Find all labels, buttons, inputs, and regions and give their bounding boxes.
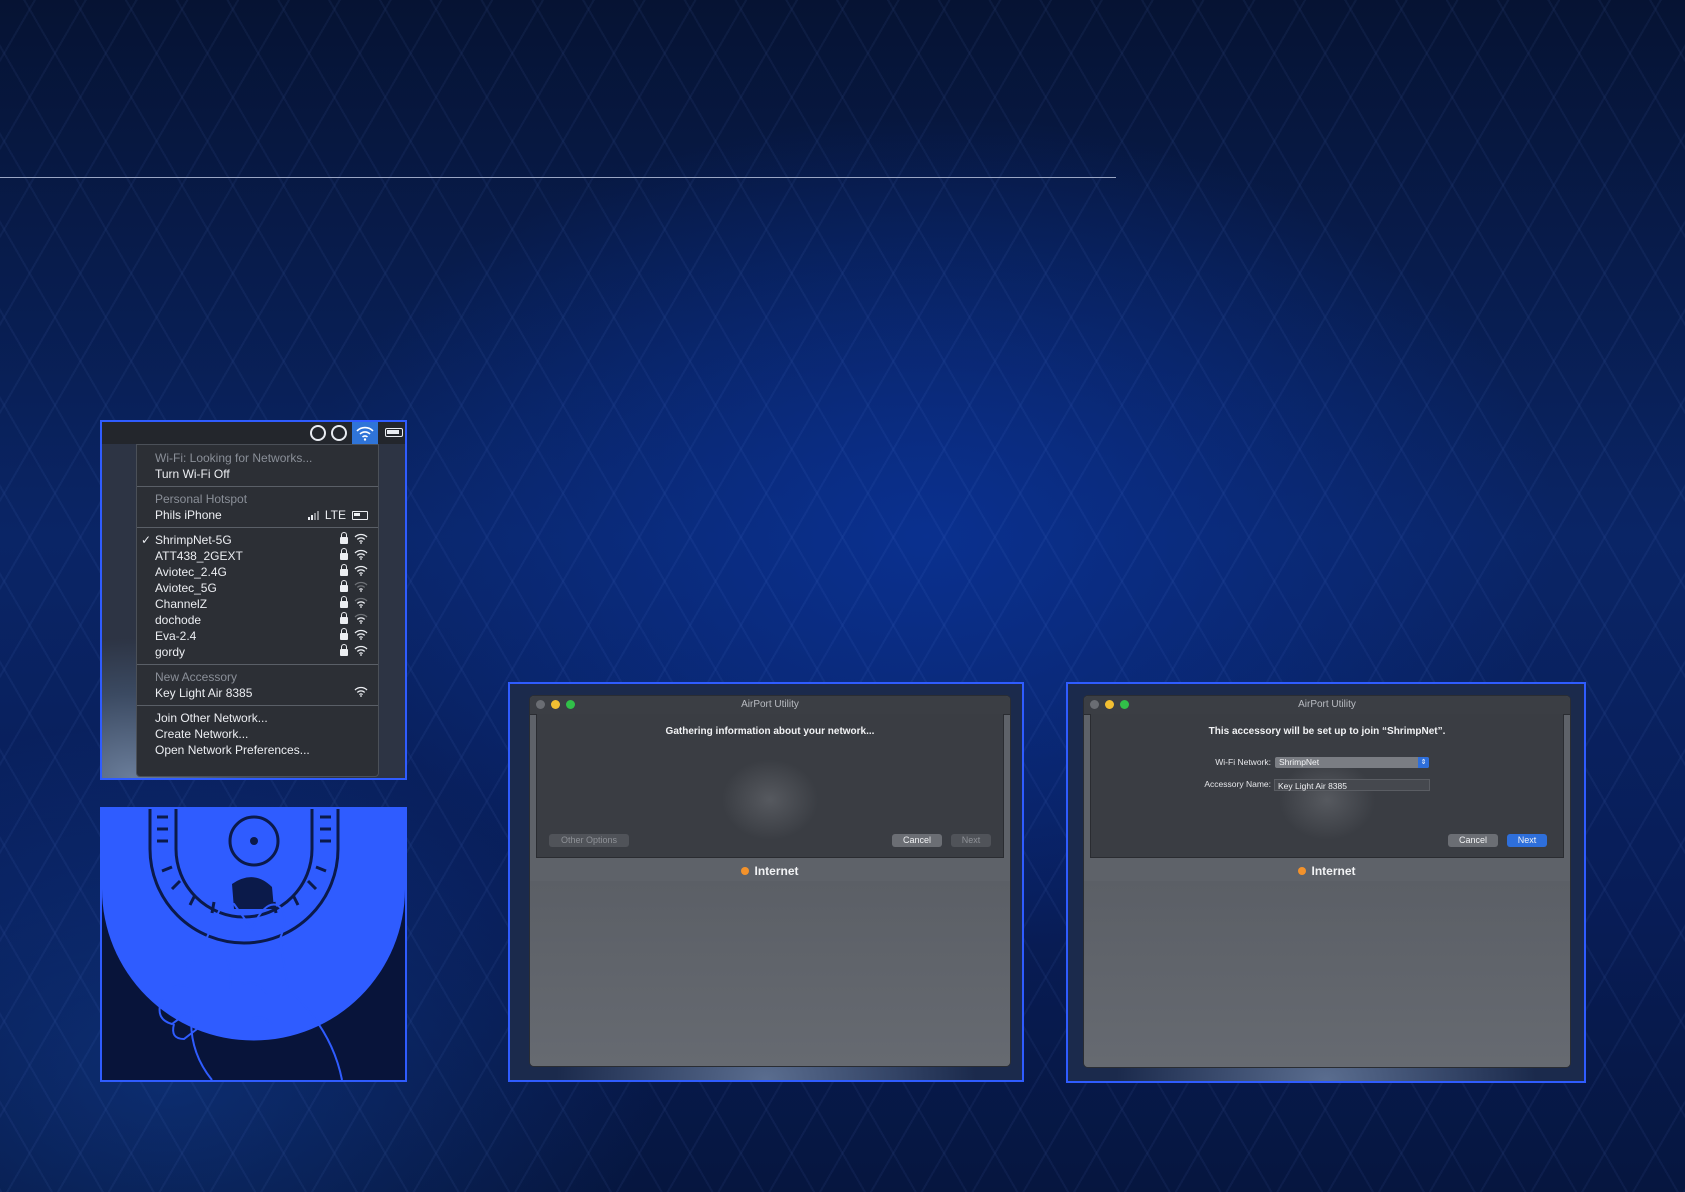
window-titlebar: AirPort Utility	[530, 696, 1010, 715]
internet-status[interactable]: Internet	[530, 864, 1010, 878]
accessory-name: Key Light Air 8385	[155, 686, 253, 700]
cell-signal-icon	[307, 510, 319, 520]
internet-label: Internet	[754, 864, 799, 878]
internet-status[interactable]: Internet	[1084, 864, 1570, 878]
menu-separator	[137, 486, 378, 487]
globe-icon[interactable]	[331, 425, 347, 441]
network-name: Aviotec_5G	[155, 581, 217, 595]
network-name: ShrimpNet-5G	[155, 533, 232, 547]
hotspot-item[interactable]: Phils iPhone LTE	[137, 507, 378, 523]
wifi-menubar-icon[interactable]	[352, 422, 378, 444]
lock-icon	[340, 532, 348, 544]
next-button[interactable]: Next	[951, 834, 991, 847]
network-item[interactable]: ✓ ShrimpNet-5G	[137, 532, 378, 548]
network-name: Eva-2.4	[155, 629, 197, 643]
lock-icon	[340, 564, 348, 576]
accessory-name-field[interactable]: Key Light Air 8385	[1274, 779, 1430, 791]
lock-icon	[340, 580, 348, 592]
wifi-signal-icon	[354, 686, 368, 697]
lock-icon	[340, 628, 348, 640]
divider-line	[0, 177, 1116, 178]
network-map-area	[1084, 881, 1570, 1067]
wifi-status-label: Wi-Fi: Looking for Networks...	[155, 451, 313, 465]
wifi-signal-icon	[354, 645, 368, 656]
internet-status-dot	[741, 867, 750, 875]
network-name: Aviotec_2.4G	[155, 565, 227, 579]
menu-separator	[137, 527, 378, 528]
menu-separator	[137, 705, 378, 706]
button-press-illustration	[100, 807, 407, 1082]
network-item[interactable]: gordy	[137, 644, 378, 660]
accessory-name-label: Accessory Name:	[1204, 779, 1271, 789]
lock-icon	[340, 644, 348, 656]
network-name: ATT438_2GEXT	[155, 549, 243, 563]
network-name: ChannelZ	[155, 597, 208, 611]
hotspot-header: Personal Hotspot	[155, 492, 248, 506]
network-name: dochode	[155, 613, 202, 627]
setup-sheet: Gathering information about your network…	[536, 714, 1004, 858]
airport-utility-window: AirPort Utility This accessory will be s…	[1084, 696, 1570, 1067]
internet-label: Internet	[1311, 864, 1356, 878]
network-item[interactable]: Eva-2.4	[137, 628, 378, 644]
network-item[interactable]: dochode	[137, 612, 378, 628]
wifi-network-select[interactable]: ShrimpNet ⇕	[1275, 757, 1429, 768]
wifi-signal-icon	[354, 629, 368, 640]
menu-separator	[137, 664, 378, 665]
elgato-icon[interactable]	[310, 425, 326, 441]
network-item[interactable]: ChannelZ	[137, 596, 378, 612]
network-item[interactable]: Aviotec_5G	[137, 580, 378, 596]
window-title: AirPort Utility	[741, 699, 799, 710]
wifi-signal-icon	[354, 549, 368, 560]
next-button[interactable]: Next	[1507, 834, 1547, 847]
checkmark-icon: ✓	[141, 533, 152, 547]
lock-icon	[340, 596, 348, 608]
lock-icon	[340, 612, 348, 624]
wifi-signal-icon	[354, 565, 368, 576]
wifi-network-label: Wi-Fi Network:	[1215, 757, 1271, 767]
network-item[interactable]: Aviotec_2.4G	[137, 564, 378, 580]
setup-sheet: This accessory will be set up to join “S…	[1090, 714, 1564, 858]
setup-message: This accessory will be set up to join “S…	[1208, 726, 1446, 737]
network-name: gordy	[155, 645, 186, 659]
network-item[interactable]: ATT438_2GEXT	[137, 548, 378, 564]
create-network-item[interactable]: Create Network...	[137, 726, 378, 742]
cancel-button[interactable]: Cancel	[892, 834, 942, 847]
gathering-message: Gathering information about your network…	[665, 726, 875, 737]
hand-pressing-button-illustration	[102, 809, 405, 1080]
new-accessory-header: New Accessory	[155, 670, 238, 684]
wifi-signal-icon	[354, 613, 368, 624]
wifi-signal-icon	[354, 581, 368, 592]
lock-icon	[340, 548, 348, 560]
window-titlebar: AirPort Utility	[1084, 696, 1570, 715]
airport-setup-panel: AirPort Utility This accessory will be s…	[1066, 682, 1586, 1083]
battery-icon[interactable]	[385, 428, 403, 437]
turn-wifi-off-item[interactable]: Turn Wi-Fi Off	[137, 466, 378, 482]
wifi-dropdown-menu: Wi-Fi: Looking for Networks... Turn Wi-F…	[136, 444, 379, 777]
window-title: AirPort Utility	[1298, 699, 1356, 710]
hotspot-network-type: LTE	[324, 508, 346, 522]
wifi-signal-icon	[354, 533, 368, 544]
join-other-network-item[interactable]: Join Other Network...	[137, 710, 378, 726]
hotspot-battery-icon	[352, 510, 368, 520]
wifi-menu-panel: Wi-Fi: Looking for Networks... Turn Wi-F…	[100, 420, 407, 780]
network-map-area	[530, 881, 1010, 1066]
menu-bar	[102, 422, 405, 444]
internet-status-dot	[1298, 867, 1307, 875]
airport-gathering-panel: AirPort Utility Gathering information ab…	[508, 682, 1024, 1082]
hotspot-name: Phils iPhone	[155, 508, 222, 522]
wifi-network-value: ShrimpNet	[1279, 757, 1320, 767]
other-options-button[interactable]: Other Options	[549, 834, 629, 847]
airport-utility-window: AirPort Utility Gathering information ab…	[530, 696, 1010, 1066]
network-list: ✓ ShrimpNet-5G ATT438_2GEXT Aviotec_2.4G Avi…	[137, 532, 378, 660]
accessory-item[interactable]: Key Light Air 8385	[137, 685, 378, 701]
accessory-name-value: Key Light Air 8385	[1278, 781, 1347, 791]
wifi-signal-icon	[354, 597, 368, 608]
select-arrows-icon: ⇕	[1418, 757, 1429, 768]
cancel-button[interactable]: Cancel	[1448, 834, 1498, 847]
open-network-preferences-item[interactable]: Open Network Preferences...	[137, 742, 378, 758]
